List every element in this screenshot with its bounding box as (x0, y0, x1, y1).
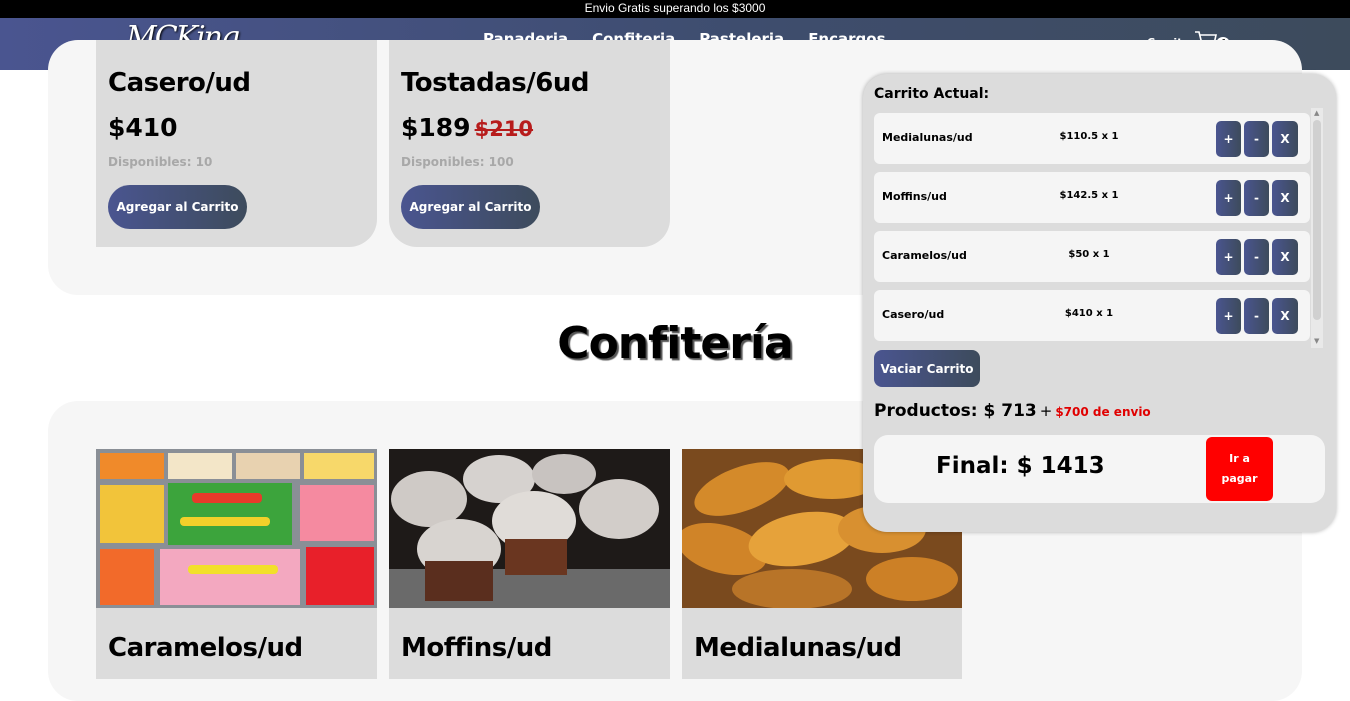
product-price: $189 $210 (401, 113, 533, 142)
cart-item-price: $110.5 x 1 (1059, 131, 1119, 142)
product-card: Casero/ud $410 Disponibles: 10 Agregar a… (96, 40, 377, 247)
increase-quantity-button[interactable]: + (1216, 121, 1241, 157)
cart-item-name: Casero/ud (882, 308, 945, 321)
announcement-text: Envio Gratis superando los $3000 (584, 1, 766, 15)
product-title: Casero/ud (108, 68, 251, 98)
plus-sign: + (1039, 402, 1053, 420)
cart-item-name: Caramelos/ud (882, 249, 967, 262)
product-card: Tostadas/6ud $189 $210 Disponibles: 100 A… (389, 40, 670, 247)
product-title: Tostadas/6ud (401, 68, 589, 98)
cart-heading: Carrito Actual: (874, 86, 990, 102)
cart-item-name: Moffins/ud (882, 190, 947, 203)
remove-item-button[interactable]: X (1272, 180, 1298, 216)
final-total: Final: $ 1413 (936, 453, 1105, 479)
cart-item: Caramelos/ud $50 x 1 + - X (874, 231, 1310, 282)
products-subtotal: Productos: $ 713 + $700 de envio (874, 401, 1151, 421)
announcement-bar: Envio Gratis superando los $3000 (0, 0, 1350, 18)
scroll-thumb[interactable] (1313, 120, 1321, 320)
decrease-quantity-button[interactable]: - (1244, 239, 1269, 275)
product-card: Moffins/ud (389, 449, 670, 679)
product-price-value: $189 (401, 113, 471, 142)
remove-item-button[interactable]: X (1272, 298, 1298, 334)
checkout-button[interactable]: Ir a pagar (1206, 437, 1273, 501)
product-card: Caramelos/ud (96, 449, 377, 679)
final-total-box: Final: $ 1413 Ir a pagar (874, 435, 1325, 503)
increase-quantity-button[interactable]: + (1216, 298, 1241, 334)
cart-item: Moffins/ud $142.5 x 1 + - X (874, 172, 1310, 223)
add-to-cart-button[interactable]: Agregar al Carrito (401, 185, 540, 229)
remove-item-button[interactable]: X (1272, 239, 1298, 275)
add-to-cart-button[interactable]: Agregar al Carrito (108, 185, 247, 229)
product-title: Moffins/ud (401, 633, 552, 663)
cart-item: Casero/ud $410 x 1 + - X (874, 290, 1310, 341)
muffins-image (389, 449, 670, 608)
scroll-down-icon[interactable]: ▼ (1314, 337, 1319, 345)
product-price: $410 (108, 113, 178, 142)
cart-item-name: Medialunas/ud (882, 131, 973, 144)
increase-quantity-button[interactable]: + (1216, 180, 1241, 216)
remove-item-button[interactable]: X (1272, 121, 1298, 157)
decrease-quantity-button[interactable]: - (1244, 298, 1269, 334)
decrease-quantity-button[interactable]: - (1244, 180, 1269, 216)
shipping-cost: $700 de envio (1055, 405, 1151, 419)
product-stock: Disponibles: 10 (108, 155, 213, 169)
increase-quantity-button[interactable]: + (1216, 239, 1241, 275)
products-total: Productos: $ 713 (874, 401, 1037, 421)
product-old-price: $210 (474, 117, 534, 141)
clear-cart-button[interactable]: Vaciar Carrito (874, 350, 980, 387)
cart-item-list[interactable]: Medialunas/ud $110.5 x 1 + - X Moffins/u… (874, 112, 1310, 348)
candy-image (96, 449, 377, 608)
cart-item: Medialunas/ud $110.5 x 1 + - X (874, 113, 1310, 164)
product-stock: Disponibles: 100 (401, 155, 514, 169)
cart-panel: Carrito Actual: Medialunas/ud $110.5 x 1… (863, 74, 1336, 532)
cart-item-price: $142.5 x 1 (1059, 190, 1119, 201)
scroll-up-icon[interactable]: ▲ (1314, 109, 1319, 117)
cart-scrollbar[interactable]: ▲ ▼ (1311, 108, 1323, 348)
product-price-value: $410 (108, 113, 178, 142)
cart-item-price: $50 x 1 (1068, 249, 1110, 260)
product-title: Caramelos/ud (108, 633, 303, 663)
decrease-quantity-button[interactable]: - (1244, 121, 1269, 157)
product-title: Medialunas/ud (694, 633, 902, 663)
cart-item-price: $410 x 1 (1064, 308, 1114, 319)
